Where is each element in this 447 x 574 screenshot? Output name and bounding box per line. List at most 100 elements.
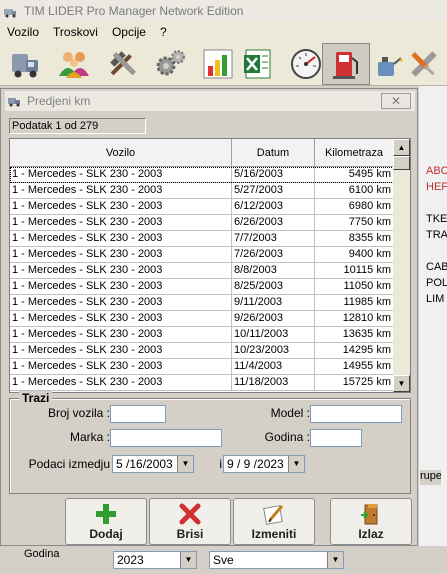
godina-input[interactable] <box>310 429 362 447</box>
table-row[interactable]: 1 - Mercedes - SLK 230 - 2003 11/18/2003 1… <box>10 375 394 391</box>
bg-group-value: Sve <box>213 553 234 567</box>
cell-kilometraza: 13635 km <box>315 327 394 342</box>
cell-vozilo: 1 - Mercedes - SLK 230 - 2003 <box>10 183 232 198</box>
bg-cell: POL <box>426 277 447 289</box>
table-row[interactable]: 1 - Mercedes - SLK 230 - 2003 5/16/2003 54… <box>10 167 394 183</box>
delete-x-icon <box>179 503 201 525</box>
delete-button[interactable]: Brisi <box>149 498 231 545</box>
cell-vozilo: 1 - Mercedes - SLK 230 - 2003 <box>10 359 232 374</box>
scroll-thumb[interactable] <box>393 156 410 170</box>
table-row[interactable]: 1 - Mercedes - SLK 230 - 2003 7/26/2003 94… <box>10 247 394 263</box>
plus-icon <box>96 504 116 524</box>
cell-kilometraza: 12810 km <box>315 311 394 326</box>
column-header-datum[interactable]: Datum <box>232 139 315 167</box>
menu-bar: Vozilo Troskovi Opcije ? <box>0 22 447 42</box>
add-button-label: Dodaj <box>89 527 123 541</box>
cell-datum: 6/12/2003 <box>232 199 315 214</box>
table-row[interactable]: 1 - Mercedes - SLK 230 - 2003 6/26/2003 77… <box>10 215 394 231</box>
table-row[interactable]: 1 - Mercedes - SLK 230 - 2003 6/12/2003 69… <box>10 199 394 215</box>
cell-kilometraza: 9400 km <box>315 247 394 262</box>
edit-button-label: Izmeniti <box>251 527 297 541</box>
date-range-and-label: i <box>219 457 222 471</box>
date-from-picker[interactable]: 5 /16/2003 ▼ <box>112 455 194 473</box>
excel-icon <box>244 49 271 79</box>
bg-cell: LIM <box>426 293 445 305</box>
date-range-label: Podaci izmedju <box>28 457 110 471</box>
marka-input[interactable] <box>110 429 222 447</box>
toolbar-tools-button[interactable] <box>98 43 146 85</box>
menu-troskovi[interactable]: Troskovi <box>46 25 105 39</box>
cell-vozilo: 1 - Mercedes - SLK 230 - 2003 <box>10 327 232 342</box>
table-row[interactable]: 1 - Mercedes - SLK 230 - 2003 8/25/2003 11… <box>10 279 394 295</box>
menu-vozilo[interactable]: Vozilo <box>0 25 46 39</box>
cell-datum: 7/7/2003 <box>232 231 315 246</box>
date-to-picker[interactable]: 9 / 9 /2023 ▼ <box>223 455 305 473</box>
cell-kilometraza: 8355 km <box>315 231 394 246</box>
table-row[interactable]: 1 - Mercedes - SLK 230 - 2003 9/11/2003 11… <box>10 295 394 311</box>
cell-vozilo: 1 - Mercedes - SLK 230 - 2003 <box>10 231 232 246</box>
exit-button[interactable]: Izlaz <box>330 498 412 545</box>
cell-kilometraza: 6100 km <box>315 183 394 198</box>
users-icon <box>59 52 89 78</box>
edit-pencil-icon <box>263 505 284 525</box>
column-header-kilometraza[interactable]: Kilometraza <box>315 139 394 167</box>
chevron-down-icon: ▼ <box>288 456 304 472</box>
scroll-up-button[interactable]: ▲ <box>393 139 410 156</box>
menu-opcije[interactable]: Opcije <box>105 25 153 39</box>
model-label: Model : <box>270 406 310 420</box>
table-row[interactable]: 1 - Mercedes - SLK 230 - 2003 9/26/2003 12… <box>10 311 394 327</box>
bg-cell: CAB <box>426 261 447 273</box>
model-input[interactable] <box>310 405 402 423</box>
truck-icon <box>12 54 38 78</box>
cell-kilometraza: 15725 km <box>315 375 394 390</box>
arrow-down-icon: ▼ <box>397 379 406 388</box>
menu-help[interactable]: ? <box>153 25 174 39</box>
cell-datum: 6/26/2003 <box>232 215 315 230</box>
table-row[interactable]: 1 - Mercedes - SLK 230 - 2003 7/7/2003 835… <box>10 231 394 247</box>
truck-icon <box>8 98 20 107</box>
cell-kilometraza: 14955 km <box>315 359 394 374</box>
cell-kilometraza: 10115 km <box>315 263 394 278</box>
column-header-vozilo[interactable]: Vozilo <box>10 139 232 167</box>
edit-button[interactable]: Izmeniti <box>233 498 315 545</box>
broj-vozila-label: Broj vozila : <box>47 406 110 420</box>
table-body: 1 - Mercedes - SLK 230 - 2003 5/16/2003 54… <box>10 167 394 391</box>
bg-year-select[interactable]: 2023 ▼ <box>113 551 197 569</box>
cell-vozilo: 1 - Mercedes - SLK 230 - 2003 <box>10 343 232 358</box>
toolbar-users-button[interactable] <box>50 43 98 85</box>
table-header: Vozilo Datum Kilometraza <box>10 139 394 167</box>
toolbar-settings-button[interactable] <box>146 43 194 85</box>
cell-vozilo: 1 - Mercedes - SLK 230 - 2003 <box>10 375 232 390</box>
bg-year-value: 2023 <box>117 553 144 567</box>
toolbar-excel-button[interactable] <box>234 43 282 85</box>
cell-datum: 9/11/2003 <box>232 295 315 310</box>
dialog-title: Predjeni km <box>27 94 91 108</box>
exit-door-icon <box>361 504 378 525</box>
table-row[interactable]: 1 - Mercedes - SLK 230 - 2003 8/8/2003 101… <box>10 263 394 279</box>
dialog-titlebar: Predjeni km ✕ <box>5 91 415 111</box>
broj-vozila-input[interactable] <box>110 405 166 423</box>
bg-cell: ABC <box>426 165 447 177</box>
table-row[interactable]: 1 - Mercedes - SLK 230 - 2003 10/23/2003 1… <box>10 343 394 359</box>
app-title: TIM LIDER Pro Manager Network Edition <box>24 4 244 18</box>
cell-kilometraza: 5495 km <box>315 167 394 182</box>
speedometer-icon <box>291 49 321 79</box>
chevron-down-icon: ▼ <box>180 552 196 568</box>
scroll-down-button[interactable]: ▼ <box>393 375 410 392</box>
toolbar-vehicles-button[interactable] <box>2 43 50 85</box>
mileage-dialog: Predjeni km ✕ Podatak 1 od 279 Vozilo Da… <box>0 88 418 546</box>
toolbar-service-button[interactable] <box>400 43 447 85</box>
add-button[interactable]: Dodaj <box>65 498 147 545</box>
oil-can-icon <box>378 57 403 76</box>
cell-datum: 9/26/2003 <box>232 311 315 326</box>
close-button[interactable]: ✕ <box>381 93 411 109</box>
bg-grupe-label: rupe <box>420 470 441 485</box>
table-row[interactable]: 1 - Mercedes - SLK 230 - 2003 11/4/2003 14… <box>10 359 394 375</box>
cell-vozilo: 1 - Mercedes - SLK 230 - 2003 <box>10 311 232 326</box>
table-row[interactable]: 1 - Mercedes - SLK 230 - 2003 5/27/2003 61… <box>10 183 394 199</box>
mileage-table[interactable]: Vozilo Datum Kilometraza 1 - Mercedes - … <box>9 138 411 393</box>
table-row[interactable]: 1 - Mercedes - SLK 230 - 2003 10/11/2003 1… <box>10 327 394 343</box>
table-scrollbar[interactable]: ▲ ▼ <box>393 139 410 392</box>
bg-group-select[interactable]: Sve ▼ <box>209 551 344 569</box>
cell-datum: 8/25/2003 <box>232 279 315 294</box>
